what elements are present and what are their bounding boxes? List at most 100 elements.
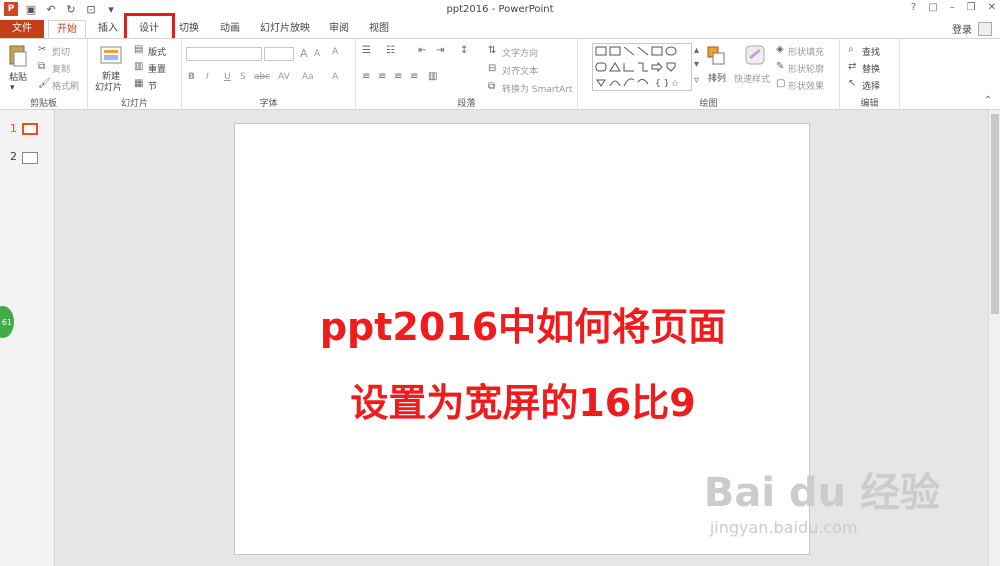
line-spacing-icon[interactable]: ↕: [460, 45, 468, 56]
sign-in[interactable]: 登录: [952, 21, 992, 36]
layout-button[interactable]: 版式: [148, 45, 166, 58]
watermark-url: jingyan.baidu.com: [709, 518, 858, 537]
slide-1-number: 1: [10, 122, 17, 135]
tab-file[interactable]: 文件: [0, 20, 44, 38]
group-clipboard: 粘贴 ▾ ✂ 剪切 ⧉ 复制 🖌 格式刷 剪贴板: [0, 39, 88, 111]
help-icon[interactable]: ?: [911, 2, 916, 13]
select-button[interactable]: 选择: [862, 79, 880, 92]
gallery-scroll-up-icon[interactable]: ▴: [694, 45, 699, 56]
paste-icon[interactable]: [8, 44, 28, 68]
find-icon: ⌕: [848, 44, 854, 55]
align-text-icon: ⊟: [488, 63, 497, 74]
format-painter-icon: 🖌: [38, 78, 51, 89]
workspace: 1 2 ppt2016中如何将页面 设置为宽屏的16比9 61 Bai du 经…: [0, 110, 1000, 566]
shape-fill-icon: ◈: [776, 44, 784, 55]
gallery-more-icon[interactable]: ▿: [694, 75, 699, 86]
editing-group-label: 编辑: [860, 99, 879, 109]
increase-indent-icon[interactable]: ⇥: [436, 45, 444, 56]
decrease-indent-icon[interactable]: ⇤: [418, 45, 426, 56]
align-left-icon[interactable]: ≡: [362, 71, 370, 82]
scrollbar-thumb[interactable]: [991, 114, 999, 314]
shape-outline-button[interactable]: 形状轮廓: [788, 62, 824, 75]
new-slide-label2[interactable]: 幻灯片: [95, 80, 122, 93]
section-button[interactable]: 节: [148, 79, 157, 92]
slide-title-line1[interactable]: ppt2016中如何将页面: [235, 296, 811, 351]
group-font: A A A B I U S abc AV Aa A 字体: [182, 39, 356, 111]
clear-format-button[interactable]: A: [332, 47, 338, 57]
restore-icon[interactable]: ❐: [967, 2, 976, 13]
tab-insert[interactable]: 插入: [92, 20, 124, 38]
underline-button[interactable]: U: [224, 72, 231, 82]
bullets-icon[interactable]: ☰: [362, 45, 371, 56]
shape-fill-button[interactable]: 形状填充: [788, 45, 824, 58]
bold-button[interactable]: B: [188, 72, 195, 82]
copy-button[interactable]: 复制: [52, 62, 70, 75]
slide-title-line2[interactable]: 设置为宽屏的16比9: [235, 372, 811, 427]
shadow-button[interactable]: S: [240, 72, 246, 82]
gallery-scroll-down-icon[interactable]: ▾: [694, 59, 699, 70]
change-case-button[interactable]: Aa: [302, 72, 314, 82]
tab-transitions[interactable]: 切换: [172, 20, 206, 38]
close-icon[interactable]: ✕: [988, 2, 996, 13]
tab-home[interactable]: 开始: [48, 20, 86, 38]
ribbon-display-icon[interactable]: □: [928, 2, 937, 13]
convert-smartart-button[interactable]: 转换为 SmartArt: [502, 82, 572, 95]
clipboard-group-label: 剪贴板: [29, 99, 57, 109]
vertical-scrollbar[interactable]: [988, 110, 1000, 566]
smartart-icon: ⧉: [488, 81, 496, 92]
arrange-icon[interactable]: [706, 45, 726, 67]
text-direction-button[interactable]: 文字方向: [502, 46, 538, 59]
slide-2-thumbnail[interactable]: [22, 152, 38, 164]
copy-icon: ⧉: [38, 61, 46, 72]
strikethrough-button[interactable]: abc: [254, 72, 270, 82]
tab-review[interactable]: 审阅: [322, 20, 356, 38]
minimize-icon[interactable]: –: [950, 2, 955, 13]
shape-effects-icon: ▢: [776, 78, 786, 89]
drawing-group-label: 绘图: [699, 99, 718, 109]
layout-icon: ▤: [134, 44, 144, 55]
font-family-select[interactable]: [186, 47, 262, 61]
group-drawing: { } ☆ ▴ ▾ ▿ 排列 快速样式 ◈ 形状填充 ✎ 形状轮廓 ▢ 形状效果…: [578, 39, 840, 111]
shapes-gallery[interactable]: { } ☆: [592, 43, 692, 91]
cut-button[interactable]: 剪切: [52, 45, 70, 58]
quick-styles-button[interactable]: 快速样式: [734, 72, 770, 85]
reset-button[interactable]: 重置: [148, 62, 166, 75]
group-slides: 新建 幻灯片 ▤ 版式 ▥ 重置 ▦ 节 幻灯片: [88, 39, 182, 111]
align-center-icon[interactable]: ≡: [378, 71, 386, 82]
slide-2-number: 2: [10, 150, 17, 163]
char-spacing-button[interactable]: AV: [278, 72, 290, 82]
paste-dropdown-icon[interactable]: ▾: [10, 83, 15, 93]
font-group-label: 字体: [259, 99, 278, 109]
sign-in-label: 登录: [952, 25, 972, 36]
tab-slideshow[interactable]: 幻灯片放映: [254, 20, 316, 38]
align-right-icon[interactable]: ≡: [394, 71, 402, 82]
new-slide-icon[interactable]: [100, 43, 122, 67]
tab-view[interactable]: 视图: [362, 20, 396, 38]
italic-button[interactable]: I: [206, 72, 209, 82]
avatar-icon: [978, 21, 992, 36]
font-color-button[interactable]: A: [332, 72, 338, 82]
tab-animations[interactable]: 动画: [212, 20, 248, 38]
columns-icon[interactable]: ▥: [428, 71, 437, 82]
arrange-button[interactable]: 排列: [708, 71, 726, 84]
group-paragraph: ☰ ☷ ⇤ ⇥ ↕ ⇅ 文字方向 ≡ ≡ ≡ ≡ ▥ ⊟ 对齐文本 ⧉ 转换为 …: [356, 39, 578, 111]
section-icon: ▦: [134, 78, 144, 89]
group-editing: ⌕ 查找 ⇄ 替换 ↖ 选择 编辑: [840, 39, 900, 111]
quick-styles-icon[interactable]: [744, 44, 766, 68]
numbering-icon[interactable]: ☷: [386, 45, 395, 56]
collapse-ribbon-icon[interactable]: ⌃: [984, 95, 992, 106]
align-text-button[interactable]: 对齐文本: [502, 64, 538, 77]
slide-1-thumbnail[interactable]: [22, 123, 38, 135]
baidu-watermark: Bai du 经验 jingyan.baidu.com: [704, 460, 940, 537]
font-size-select[interactable]: [264, 47, 294, 61]
shrink-font-button[interactable]: A: [314, 49, 320, 59]
replace-button[interactable]: 替换: [862, 62, 880, 75]
grow-font-button[interactable]: A: [300, 47, 308, 60]
format-painter-button[interactable]: 格式刷: [52, 79, 79, 92]
justify-icon[interactable]: ≡: [410, 71, 418, 82]
find-button[interactable]: 查找: [862, 45, 880, 58]
replace-icon: ⇄: [848, 61, 857, 72]
shape-effects-button[interactable]: 形状效果: [788, 79, 824, 92]
paragraph-group-label: 段落: [457, 99, 476, 109]
paste-label[interactable]: 粘贴: [9, 70, 27, 83]
